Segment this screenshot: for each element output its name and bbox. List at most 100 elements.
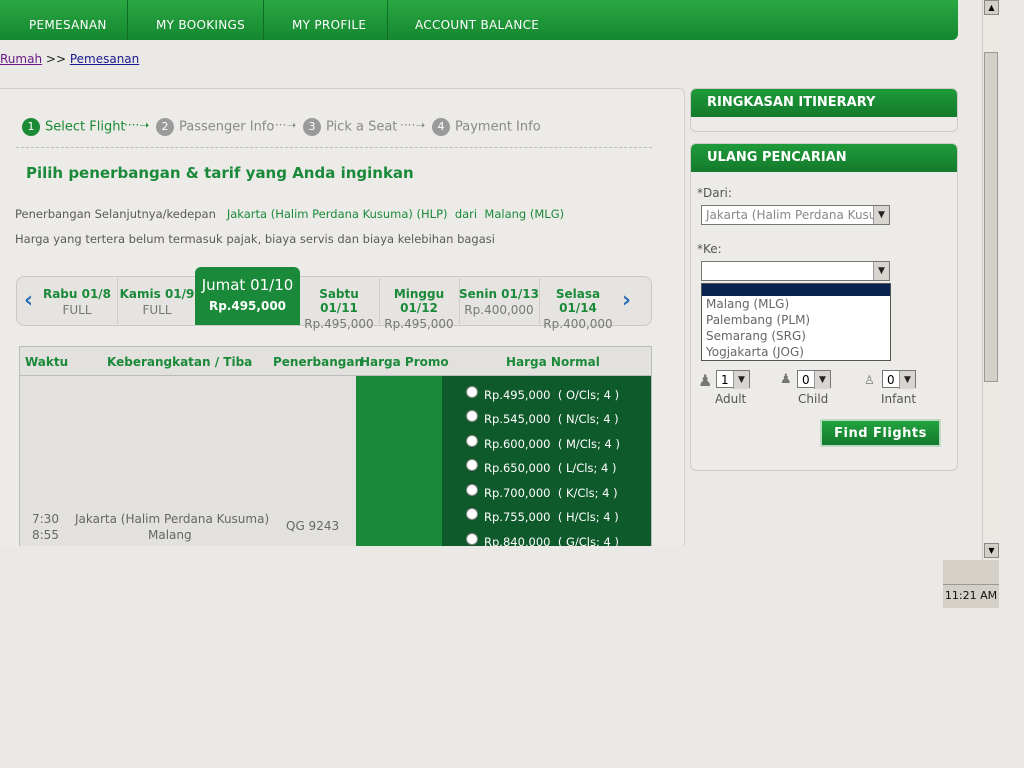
scrollbar-thumb[interactable] (984, 52, 998, 382)
from-label: *Dari: (697, 186, 732, 200)
chevron-down-icon: ▼ (873, 206, 889, 224)
date-label: Senin 01/13 (459, 287, 539, 301)
to-label: *Ke: (697, 242, 722, 256)
blank-area (0, 546, 943, 768)
date-tab[interactable]: Kamis 01/9 FULL (117, 280, 197, 324)
fare-radio[interactable] (466, 409, 478, 422)
date-label: Kamis 01/9 (119, 287, 195, 301)
breadcrumb-current-link[interactable]: Pemesanan (70, 52, 139, 66)
date-label: Minggu 01/12 (393, 287, 445, 315)
route-prefix: Penerbangan Selanjutnya/kedepan (15, 207, 216, 221)
flight-table: Waktu Keberangkatan / Tiba Penerbangan H… (19, 346, 652, 547)
adult-count-select[interactable]: 1 ▼ (716, 370, 750, 389)
date-price: FULL (142, 303, 172, 317)
chevron-down-icon: ▼ (873, 262, 889, 280)
fare-option[interactable]: Rp.700,000 ( K/Cls; 4 ) (466, 483, 618, 500)
infant-count-value: 0 (887, 373, 895, 387)
page-scrollbar[interactable]: ▲ ▼ (982, 0, 1000, 560)
step-label: Payment Info (455, 119, 541, 135)
dropdown-option[interactable]: Semarang (SRG) (702, 328, 890, 344)
adult-label: Adult (715, 392, 747, 406)
dropdown-option[interactable]: Yogjakarta (JOG) (702, 344, 890, 360)
scroll-up-icon[interactable]: ▲ (984, 0, 999, 15)
nav-separator (127, 0, 128, 40)
nav-separator (263, 0, 264, 40)
to-dropdown-list: Malang (MLG) Palembang (PLM) Semarang (S… (701, 283, 891, 361)
child-count-select[interactable]: 0 ▼ (797, 370, 831, 389)
from-select-value: Jakarta (Halim Perdana Kusuma) (706, 208, 890, 222)
route-connector: dari (454, 207, 478, 221)
find-flights-button[interactable]: Find Flights (820, 419, 941, 447)
fare-option[interactable]: Rp.755,000 ( H/Cls; 4 ) (466, 507, 619, 524)
fare-option[interactable]: Rp.600,000 ( M/Cls; 4 ) (466, 434, 620, 451)
date-label: Selasa 01/14 (555, 287, 601, 315)
next-dates-icon[interactable]: › (622, 288, 631, 313)
nav-pemesanan[interactable]: PEMESANAN (29, 0, 107, 40)
step-number: 1 (22, 118, 40, 136)
fare-radio[interactable] (466, 458, 478, 471)
date-tab[interactable]: Selasa 01/14 Rp.400,000 (538, 280, 618, 331)
price-notice: Harga yang tertera belum termasuk pajak,… (15, 232, 495, 246)
date-label: Sabtu 01/11 (319, 287, 359, 315)
step-arrow-icon: ····➝ (124, 118, 150, 132)
prev-dates-icon[interactable]: ‹ (24, 288, 33, 313)
nav-my-bookings[interactable]: MY BOOKINGS (156, 0, 245, 40)
date-tab[interactable]: Senin 01/13 Rp.400,000 (459, 280, 539, 324)
date-price: Rp.400,000 (464, 303, 534, 317)
date-tab[interactable]: Minggu 01/12 Rp.495,000 (379, 280, 459, 331)
fare-option[interactable]: Rp.650,000 ( L/Cls; 4 ) (466, 458, 616, 475)
from-select[interactable]: Jakarta (Halim Perdana Kusuma) ▼ (701, 205, 890, 225)
step-arrow-icon: ····➝ (400, 118, 426, 132)
step-pick-seat: 3 Pick a Seat (303, 118, 397, 136)
fare-price: Rp.755,000 (484, 510, 551, 524)
step-number: 4 (432, 118, 450, 136)
search-title: ULANG PENCARIAN (691, 144, 957, 172)
step-select-flight: 1 Select Flight (22, 118, 126, 136)
route-origin: Jakarta (Halim Perdana Kusuma) (HLP) (226, 207, 448, 221)
step-payment-info: 4 Payment Info (432, 118, 541, 136)
date-tab[interactable]: Sabtu 01/11 Rp.495,000 (299, 280, 379, 331)
date-label: Rabu 01/8 (42, 287, 112, 301)
fare-class: ( K/Cls; 4 ) (557, 486, 618, 500)
promo-fare-column (356, 376, 442, 547)
fare-class: ( M/Cls; 4 ) (557, 437, 620, 451)
child-count-value: 0 (802, 373, 810, 387)
infant-count-select[interactable]: 0 ▼ (882, 370, 916, 389)
top-navigation: PEMESANAN MY BOOKINGS MY PROFILE ACCOUNT… (0, 0, 958, 40)
dropdown-option[interactable]: Palembang (PLM) (702, 312, 890, 328)
nav-account-balance[interactable]: ACCOUNT BALANCE (415, 0, 539, 40)
nav-my-profile[interactable]: MY PROFILE (292, 0, 366, 40)
fare-price: Rp.545,000 (484, 412, 551, 426)
dropdown-option[interactable]: Malang (MLG) (702, 296, 890, 312)
fare-radio[interactable] (466, 385, 478, 398)
date-tab-selected[interactable]: Jumat 01/10 Rp.495,000 (195, 267, 300, 325)
fare-option[interactable]: Rp.495,000 ( O/Cls; 4 ) (466, 385, 620, 402)
adult-count-value: 1 (721, 373, 729, 387)
date-tab[interactable]: Rabu 01/8 FULL (37, 280, 117, 324)
nav-separator (387, 0, 388, 40)
to-select[interactable]: ▼ (701, 261, 890, 281)
fare-price: Rp.650,000 (484, 461, 551, 475)
fare-radio[interactable] (466, 434, 478, 447)
scroll-down-icon[interactable]: ▼ (984, 543, 999, 558)
fare-class: ( H/Cls; 4 ) (557, 510, 619, 524)
fare-price: Rp.495,000 (484, 388, 551, 402)
dropdown-highlight[interactable] (702, 284, 890, 296)
page-title: Pilih penerbangan & tarif yang Anda ingi… (26, 164, 414, 182)
col-header-promo: Harga Promo (360, 355, 449, 369)
step-label: Passenger Info (179, 119, 275, 135)
chevron-down-icon: ▼ (899, 371, 915, 389)
destination-airport: Malang (148, 528, 192, 542)
fare-radio[interactable] (466, 532, 478, 545)
fare-radio[interactable] (466, 507, 478, 520)
step-number: 2 (156, 118, 174, 136)
breadcrumb-home-link[interactable]: Rumah (0, 52, 42, 66)
fare-class: ( O/Cls; 4 ) (557, 388, 620, 402)
date-label: Jumat 01/10 (201, 276, 294, 294)
fare-option[interactable]: Rp.545,000 ( N/Cls; 4 ) (466, 409, 619, 426)
fare-radio[interactable] (466, 483, 478, 496)
infant-label: Infant (881, 392, 917, 406)
child-label: Child (798, 392, 829, 406)
normal-fare-column: Rp.495,000 ( O/Cls; 4 ) Rp.545,000 ( N/C… (442, 376, 651, 547)
origin-airport: Jakarta (Halim Perdana Kusuma) (75, 512, 270, 526)
